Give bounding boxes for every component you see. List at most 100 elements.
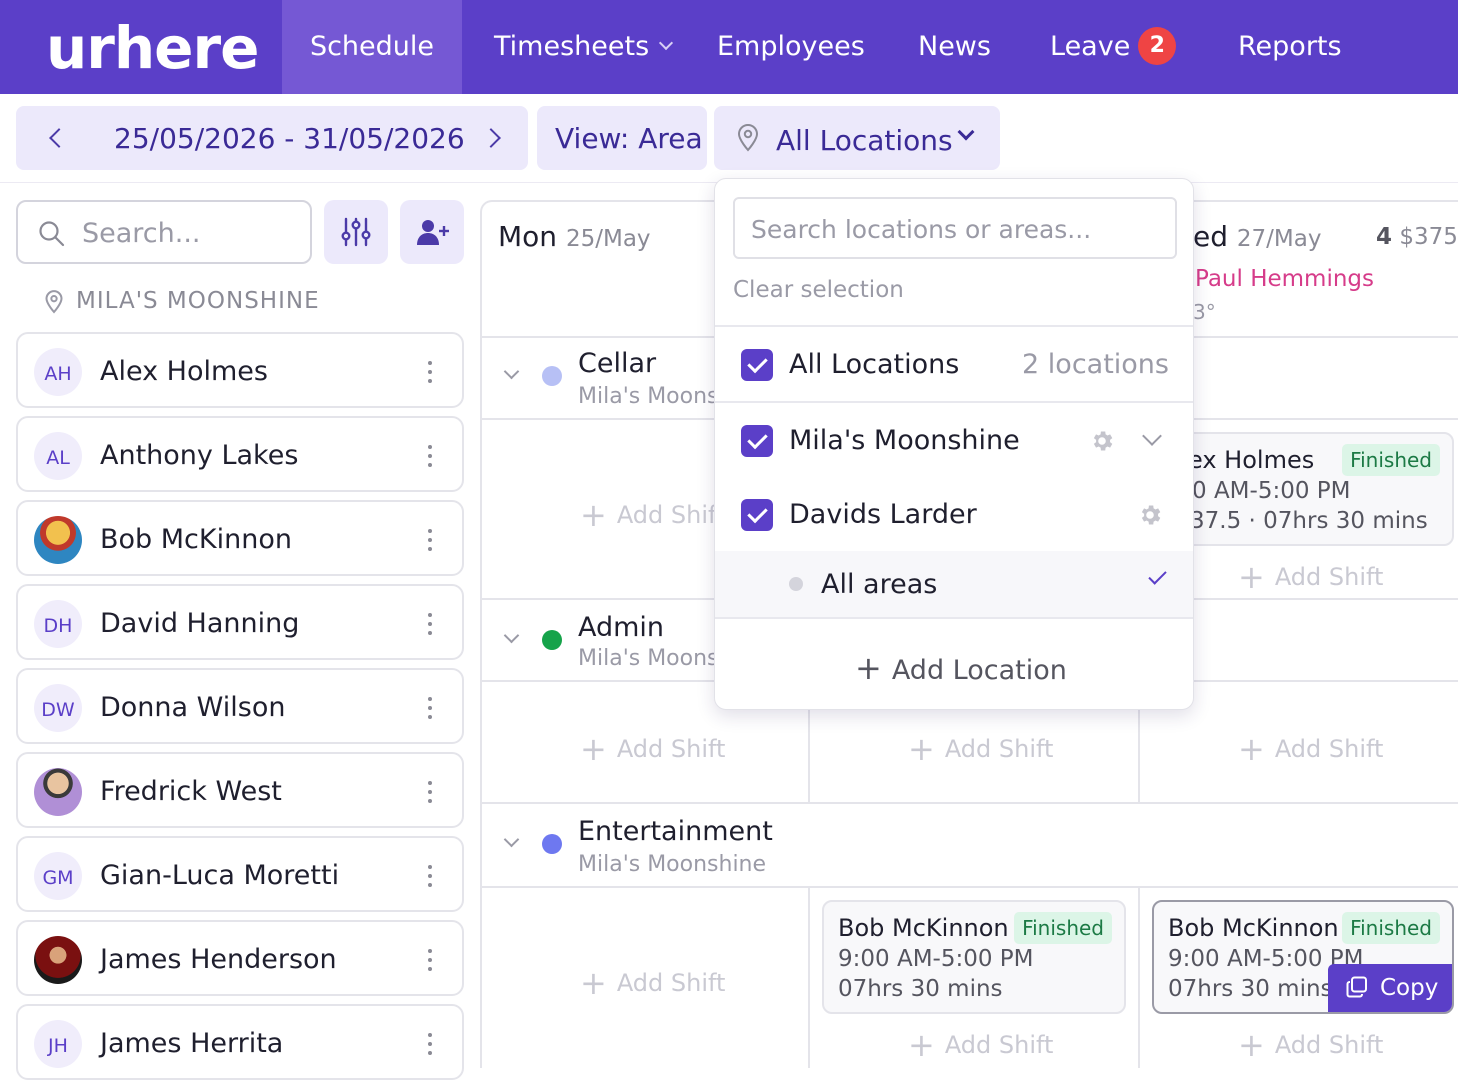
add-shift-button[interactable]: + Add Shift — [580, 730, 725, 768]
all-locations-label: All Locations — [789, 349, 960, 380]
employee-name: James Henderson — [100, 944, 337, 975]
employee-name: Anthony Lakes — [100, 440, 299, 471]
all-locations-checkbox[interactable] — [741, 349, 773, 381]
nav-news[interactable]: News — [918, 0, 991, 94]
nav-timesheets-label: Timesheets — [494, 31, 650, 62]
date-range-label[interactable]: 25/05/2026 - 31/05/2026 — [114, 122, 465, 155]
copy-icon — [1346, 976, 1367, 998]
avatar-photo — [34, 768, 82, 816]
avatar: DH — [34, 600, 82, 648]
add-shift-button[interactable]: + Add Shift — [580, 964, 725, 1002]
add-shift-button[interactable]: + Add Shift — [1238, 558, 1383, 596]
more-options-icon[interactable] — [428, 529, 432, 551]
area-location: Mila's Moonshine — [578, 852, 767, 877]
avatar: JH — [34, 1020, 82, 1068]
filter-button[interactable] — [324, 200, 388, 264]
chevron-down-icon[interactable] — [1142, 426, 1162, 446]
day-name: Mon — [498, 220, 558, 253]
avatar-photo — [34, 516, 82, 564]
shift-employee: Bob McKinnon — [838, 914, 1009, 942]
location-search-input[interactable]: Search locations or areas... — [733, 197, 1177, 259]
employee-card[interactable]: Fredrick West — [16, 752, 464, 828]
top-navigation: urhere Schedule Timesheets Employees New… — [0, 0, 1458, 94]
employee-card[interactable]: DH David Hanning — [16, 584, 464, 660]
more-options-icon[interactable] — [428, 781, 432, 803]
more-options-icon[interactable] — [428, 1033, 432, 1055]
dropdown-divider — [715, 325, 1193, 327]
employee-search-input[interactable]: Search... — [16, 200, 312, 264]
shift-employee: ex Holmes — [1188, 446, 1315, 474]
shift-count: 4 — [1376, 224, 1393, 250]
employee-card[interactable]: James Henderson — [16, 920, 464, 996]
area-name: Entertainment — [578, 816, 773, 847]
add-shift-button[interactable]: + Add Shift — [1238, 1026, 1383, 1064]
copy-label: Copy — [1380, 975, 1439, 1001]
day-manager[interactable]: Paul Hemmings — [1195, 266, 1374, 292]
more-options-icon[interactable] — [428, 445, 432, 467]
area-name: Admin — [578, 612, 665, 643]
day-cost: $375 — [1399, 224, 1458, 250]
add-shift-button[interactable]: + Add Shift — [908, 730, 1053, 768]
location-filter-button[interactable]: All Locations — [714, 106, 1000, 170]
employee-name: Gian-Luca Moretti — [100, 860, 340, 891]
add-shift-button[interactable]: + Add Shift — [580, 496, 725, 534]
shift-time: 9:00 AM-5:00 PM — [838, 946, 1034, 972]
employee-card[interactable]: AH Alex Holmes — [16, 332, 464, 408]
location-heading: MILA'S MOONSHINE — [76, 288, 320, 314]
more-options-icon[interactable] — [428, 613, 432, 635]
shift-card[interactable]: Bob McKinnon Finished 9:00 AM-5:00 PM 07… — [822, 900, 1126, 1014]
all-areas-option[interactable]: All areas — [715, 551, 1193, 617]
add-location-button[interactable]: + Add Location — [855, 649, 1067, 687]
locations-count: 2 locations — [1022, 349, 1169, 380]
chevron-left-icon[interactable] — [49, 128, 69, 148]
location-search-placeholder: Search locations or areas... — [751, 215, 1092, 244]
day-summary: 4 $375 — [1376, 224, 1458, 250]
employee-card[interactable]: GM Gian-Luca Moretti — [16, 836, 464, 912]
clear-selection-link[interactable]: Clear selection — [733, 277, 904, 303]
area-color-dot — [542, 630, 562, 650]
leave-count-badge: 2 — [1138, 26, 1177, 65]
plus-icon: + — [855, 649, 882, 687]
view-area-label: View: Area — [555, 122, 703, 155]
chevron-right-icon[interactable] — [481, 128, 501, 148]
employee-name: Alex Holmes — [100, 356, 268, 387]
shift-card[interactable]: Bob McKinnon Finished 9:00 AM-5:00 PM 07… — [1152, 900, 1454, 1014]
location-dropdown: Search locations or areas... Clear selec… — [714, 178, 1194, 710]
more-options-icon[interactable] — [428, 697, 432, 719]
view-area-button[interactable]: View: Area — [537, 106, 707, 170]
sliders-icon — [341, 217, 371, 247]
status-badge: Finished — [1342, 444, 1440, 476]
more-options-icon[interactable] — [428, 865, 432, 887]
nav-timesheets[interactable]: Timesheets — [494, 0, 674, 94]
copy-shift-button[interactable]: Copy — [1328, 964, 1452, 1012]
nav-employees[interactable]: Employees — [717, 0, 865, 94]
employee-card[interactable]: JH James Herrita — [16, 1004, 464, 1080]
column-divider — [808, 886, 810, 1068]
location-checkbox[interactable] — [741, 499, 773, 531]
add-shift-button[interactable]: + Add Shift — [1238, 730, 1383, 768]
more-options-icon[interactable] — [428, 949, 432, 971]
employee-card[interactable]: AL Anthony Lakes — [16, 416, 464, 492]
shift-card[interactable]: ex Holmes Finished 0 AM-5:00 PM 37.5 · 0… — [1150, 432, 1454, 546]
gear-icon[interactable] — [1137, 502, 1163, 528]
status-badge: Finished — [1342, 912, 1440, 944]
app-logo[interactable]: urhere — [46, 14, 259, 82]
checkmark-icon — [1148, 566, 1167, 585]
chevron-down-icon — [659, 35, 674, 50]
employee-card[interactable]: DW Donna Wilson — [16, 668, 464, 744]
nav-reports[interactable]: Reports — [1238, 0, 1342, 94]
area-color-dot — [542, 834, 562, 854]
day-name: ed — [1193, 220, 1228, 253]
employee-card[interactable]: Bob McKinnon — [16, 500, 464, 576]
location-checkbox[interactable] — [741, 425, 773, 457]
more-options-icon[interactable] — [428, 361, 432, 383]
row-divider — [482, 802, 1458, 804]
add-shift-button[interactable]: + Add Shift — [908, 1026, 1053, 1064]
chevron-down-icon — [957, 123, 975, 141]
gear-icon[interactable] — [1089, 428, 1115, 454]
shift-employee: Bob McKinnon — [1168, 914, 1339, 942]
nav-schedule[interactable]: Schedule — [282, 0, 462, 94]
nav-leave[interactable]: Leave 2 — [1050, 0, 1177, 94]
add-employee-button[interactable] — [400, 200, 464, 264]
day-date: 25/May — [565, 226, 651, 252]
